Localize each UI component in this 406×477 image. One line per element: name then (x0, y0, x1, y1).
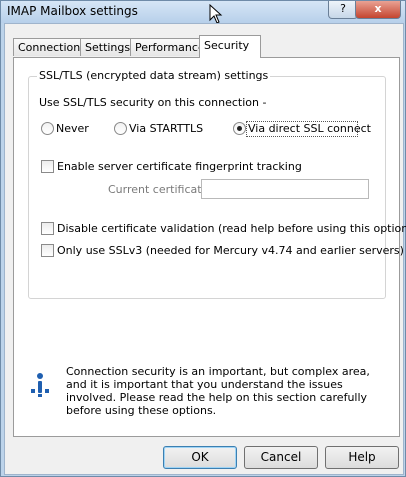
title-bar[interactable]: IMAP Mailbox settings ? x (1, 1, 405, 24)
cancel-button[interactable]: Cancel (244, 446, 318, 469)
title-close-button[interactable]: x (355, 1, 401, 19)
mouse-cursor-icon (209, 4, 223, 24)
info-icon (31, 373, 49, 397)
radio-starttls[interactable] (114, 122, 127, 135)
current-certificate-label: Current certificate (108, 183, 209, 196)
tab-security[interactable]: Security (199, 35, 261, 58)
radio-never-label[interactable]: Never (56, 122, 89, 135)
dialog-window: IMAP Mailbox settings ? x Connection Set… (0, 0, 406, 477)
title-help-button[interactable]: ? (328, 1, 358, 19)
radio-direct-ssl-label[interactable]: Via direct SSL connect (248, 122, 371, 135)
tab-settings[interactable]: Settings (80, 38, 131, 56)
help-button[interactable]: Help (325, 446, 399, 469)
ok-button[interactable]: OK (163, 446, 237, 469)
current-certificate-field (201, 179, 369, 199)
use-ssl-label: Use SSL/TLS security on this connection … (39, 96, 267, 109)
group-title: SSL/TLS (encrypted data stream) settings (37, 69, 271, 82)
window-title: IMAP Mailbox settings (7, 4, 138, 18)
tab-connection[interactable]: Connection (13, 38, 81, 56)
sslv3-checkbox[interactable] (41, 244, 54, 257)
radio-never[interactable] (41, 122, 54, 135)
radio-starttls-label[interactable]: Via STARTTLS (129, 122, 203, 135)
tab-performance[interactable]: Performance (130, 38, 206, 56)
radio-direct-ssl[interactable] (233, 122, 246, 135)
fingerprint-checkbox[interactable] (41, 160, 54, 173)
disable-validation-label[interactable]: Disable certificate validation (read hel… (57, 222, 406, 235)
ssl-settings-group: SSL/TLS (encrypted data stream) settings… (28, 69, 406, 299)
disable-validation-checkbox[interactable] (41, 222, 54, 235)
fingerprint-label[interactable]: Enable server certificate fingerprint tr… (57, 160, 302, 173)
sslv3-label[interactable]: Only use SSLv3 (needed for Mercury v4.74… (57, 244, 404, 257)
info-text: Connection security is an important, but… (66, 365, 370, 417)
dialog-client-area: Connection Settings Performance Security… (4, 23, 406, 475)
